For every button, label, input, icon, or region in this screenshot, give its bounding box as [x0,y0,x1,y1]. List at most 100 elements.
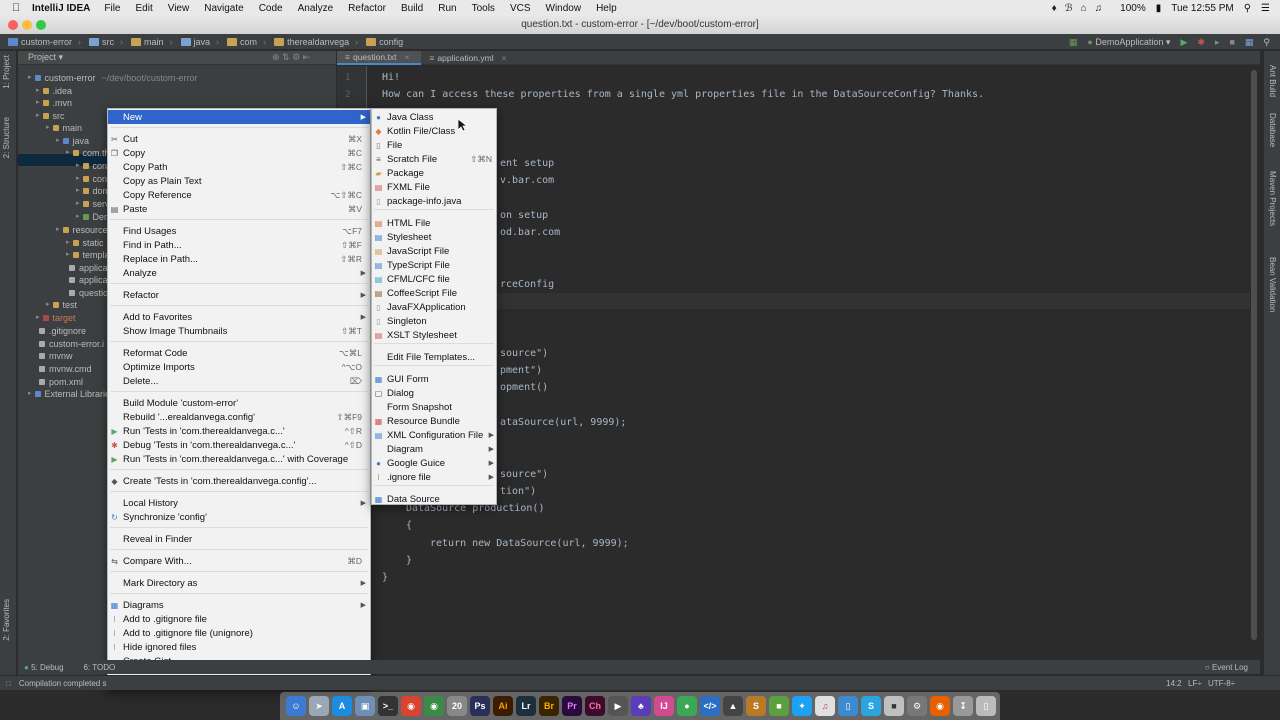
breadcrumb-custom-error[interactable]: custom-error › [8,37,81,47]
breadcrumb-java[interactable]: java › [180,37,219,47]
new-menu-item-edit-file-templates[interactable]: Edit File Templates... [372,350,496,364]
battery-icon[interactable]: ▮ [1156,3,1162,14]
tree-item-applicat[interactable]: applicat [66,262,110,274]
file-encoding[interactable]: UTF-8÷ [1208,679,1235,688]
launchpad-icon[interactable]: ➤ [309,696,329,716]
menu-build[interactable]: Build [401,3,423,14]
trash-icon[interactable]: ▯ [976,696,996,716]
new-menu-item-ignore-file[interactable]: ⁝ .ignore file ▶ [372,470,496,484]
close-tab-icon[interactable]: × [404,52,409,62]
tree-item-src[interactable]: ▸ src [36,110,65,122]
expand-arrow-icon[interactable]: ▸ [76,198,80,210]
new-menu-item-xslt-stylesheet[interactable]: ▤ XSLT Stylesheet [372,328,496,342]
expand-arrow-icon[interactable]: ▸ [36,110,40,122]
search-everywhere-icon[interactable]: ⚲ [1263,37,1270,48]
expand-arrow-icon[interactable]: ▸ [46,299,50,311]
menu-item-find-usages[interactable]: Find Usages ⌥F7 [108,224,370,238]
new-menu-item-dialog[interactable]: ▢ Dialog [372,386,496,400]
illustrator-icon[interactable]: Ai [493,696,513,716]
expand-arrow-icon[interactable]: ▸ [66,147,70,159]
expand-arrow-icon[interactable]: ▸ [36,97,40,109]
expand-arrow-icon[interactable]: ▸ [28,388,32,400]
breadcrumb-config[interactable]: config [366,37,403,47]
menu-item-run-tests-in-com-therealdanvega-c[interactable]: ▶ Run 'Tests in 'com.therealdanvega.c...'… [108,424,370,438]
menu-code[interactable]: Code [259,3,283,14]
run-configuration-select[interactable]: ● DemoApplication ▾ [1087,37,1170,48]
camtasia-icon[interactable]: ■ [769,696,789,716]
search-icon[interactable]: ⚲ [1244,3,1251,14]
caret-position[interactable]: 14:2 [1166,679,1182,688]
editor-scrollbar[interactable] [1250,66,1258,672]
volume-icon[interactable]: ♫ [1095,3,1103,14]
menu-item-rebuild-erealdanvega-config[interactable]: Rebuild '...erealdanvega.config' ⇧⌘F9 [108,410,370,424]
system-preferences-icon[interactable]: ⚙ [907,696,927,716]
dropbox-icon[interactable]: ♦ [1052,3,1057,14]
menu-item-reveal-in-finder[interactable]: Reveal in Finder [108,532,370,546]
bean-validation-tool-tab[interactable]: Bean Validation [1268,257,1277,312]
menu-tools[interactable]: Tools [472,3,495,14]
menu-item-debug-tests-in-com-therealdanvega-c[interactable]: ✱ Debug 'Tests in 'com.therealdanvega.c..… [108,438,370,452]
tree-item-gitignore[interactable]: .gitignore [36,325,86,337]
menu-item-copy-as-plain-text[interactable]: Copy as Plain Text [108,174,370,188]
zoom-window-button[interactable] [36,20,46,30]
calendar-icon[interactable]: 20 [447,696,467,716]
new-menu-item-html-file[interactable]: ▤ HTML File [372,216,496,230]
ant-build-tool-tab[interactable]: Ant Build [1268,65,1277,97]
build-icon[interactable]: ▦ [1069,37,1078,48]
new-menu-item-fxml-file[interactable]: ▤ FXML File [372,180,496,194]
expand-arrow-icon[interactable]: ▸ [76,173,80,185]
tree-item-resources[interactable]: ▸ resources [56,224,112,236]
tree-item-mvnw-cmd[interactable]: mvnw.cmd [36,363,92,375]
new-menu-item-package[interactable]: ▰ Package [372,166,496,180]
keynote-icon[interactable]: ▯ [838,696,858,716]
app-icon[interactable]: ♣ [631,696,651,716]
skype-icon[interactable]: S [861,696,881,716]
tree-item-target[interactable]: ▸ target [36,312,76,324]
todo-tool-tab[interactable]: 6: TODO [84,663,116,672]
itunes-icon[interactable]: ♫ [815,696,835,716]
menu-edit[interactable]: Edit [135,3,152,14]
menu-item-hide-ignored-files[interactable]: ⁝ Hide ignored files [108,640,370,654]
expand-arrow-icon[interactable]: ▸ [56,135,60,147]
tree-item-test[interactable]: ▸ test [46,299,77,311]
menu-item-show-image-thumbnails[interactable]: Show Image Thumbnails ⇧⌘T [108,324,370,338]
new-menu-item-gui-form[interactable]: ▦ GUI Form [372,372,496,386]
tree-item-question[interactable]: question [66,287,113,299]
close-window-button[interactable] [8,20,18,30]
battery-percent[interactable]: 100% [1120,3,1146,14]
expand-arrow-icon[interactable]: ▸ [28,72,32,84]
maven-projects-tool-tab[interactable]: Maven Projects [1268,171,1277,226]
menu-item-run-tests-in-com-therealdanvega-c-with-coverage[interactable]: ▶ Run 'Tests in 'com.therealdanvega.c...'… [108,452,370,466]
photoshop-icon[interactable]: Ps [470,696,490,716]
menu-item-copy-path[interactable]: Copy Path ⇧⌘C [108,160,370,174]
app-icon[interactable]: ▲ [723,696,743,716]
expand-arrow-icon[interactable]: ▸ [66,249,70,261]
app-store-icon[interactable]: A [332,696,352,716]
new-menu-item-typescript-file[interactable]: ▤ TypeScript File [372,258,496,272]
downloads-icon[interactable]: ↧ [953,696,973,716]
new-menu-item-package-info-java[interactable]: ▯ package-info.java [372,194,496,208]
expand-arrow-icon[interactable]: ▸ [76,160,80,172]
new-menu-item-javascript-file[interactable]: ▤ JavaScript File [372,244,496,258]
character-animator-icon[interactable]: Ch [585,696,605,716]
app-menu[interactable]: IntelliJ IDEA [32,3,90,14]
premiere-icon[interactable]: Pr [562,696,582,716]
tree-item-mvn[interactable]: ▸ .mvn [36,97,72,109]
panel-tools-icon[interactable]: ⊕ ⇅ ⚙ ⇤ [272,52,310,63]
menu-item-analyze[interactable]: Analyze ▶ [108,266,370,280]
expand-arrow-icon[interactable]: ▸ [76,211,80,223]
menu-item-add-to-gitignore-file[interactable]: ⁝ Add to .gitignore file [108,612,370,626]
bluetooth-icon[interactable]: ℬ [1065,3,1073,14]
expand-arrow-icon[interactable]: ▸ [76,185,80,197]
project-view-select[interactable]: Project ▾ [28,52,63,63]
new-menu-item-kotlin-file-class[interactable]: ◆ Kotlin File/Class [372,124,496,138]
menu-item-local-history[interactable]: Local History ▶ [108,496,370,510]
new-menu-item-xml-configuration-file[interactable]: ▤ XML Configuration File ▶ [372,428,496,442]
chrome-canary-icon[interactable]: ◉ [401,696,421,716]
terminal-icon[interactable]: >_ [378,696,398,716]
debug-icon[interactable]: ✱ [1197,37,1205,48]
expand-arrow-icon[interactable]: ▸ [56,224,60,236]
new-menu-item-javafxapplication[interactable]: ▯ JavaFXApplication [372,300,496,314]
new-menu-item-file[interactable]: ▯ File [372,138,496,152]
preview-icon[interactable]: ▣ [355,696,375,716]
